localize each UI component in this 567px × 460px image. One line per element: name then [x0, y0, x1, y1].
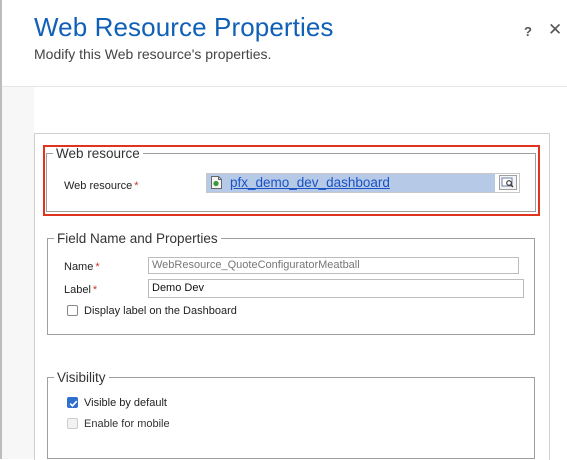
dialog-header: Web Resource Properties Modify this Web … — [0, 0, 567, 82]
close-button[interactable]: ✕ — [548, 21, 562, 39]
dialog-title: Web Resource Properties — [34, 12, 334, 42]
field-properties-legend: Field Name and Properties — [57, 231, 218, 246]
visible-by-default-checkbox[interactable] — [67, 397, 78, 408]
lookup-search-icon[interactable] — [499, 175, 517, 190]
enable-for-mobile-checkbox[interactable] — [67, 418, 78, 429]
display-label-checkbox[interactable] — [67, 305, 78, 316]
web-resource-link[interactable]: pfx_demo_dev_dashboard — [230, 175, 390, 190]
enable-for-mobile-label: Enable for mobile — [84, 418, 170, 430]
name-label-text: Name — [64, 261, 94, 273]
label-label-text: Label — [64, 284, 91, 296]
lookup-selected-value[interactable]: pfx_demo_dev_dashboard — [207, 174, 495, 192]
dialog-subtitle: Modify this Web resource's properties. — [34, 46, 272, 62]
label-field-label: Label * — [64, 284, 97, 296]
help-button[interactable]: ? — [524, 24, 532, 39]
name-field[interactable]: WebResource_QuoteConfiguratorMeatball — [148, 257, 519, 274]
required-indicator: * — [134, 180, 139, 192]
web-resource-label-text: Web resource — [64, 180, 133, 192]
required-indicator: * — [92, 284, 98, 296]
dialog-body-gutter — [2, 87, 34, 459]
visibility-fieldset: Visibility — [47, 370, 535, 459]
display-label-checkbox-label: Display label on the Dashboard — [84, 305, 237, 317]
label-field[interactable]: Demo Dev — [148, 279, 524, 298]
web-resource-lookup[interactable]: pfx_demo_dev_dashboard — [206, 173, 520, 193]
name-field-label: Name * — [64, 261, 100, 273]
visible-by-default-label: Visible by default — [84, 397, 167, 409]
web-resource-file-icon — [211, 176, 222, 189]
header-divider — [2, 86, 567, 87]
web-resource-field-label: Web resource * — [64, 180, 139, 192]
required-indicator: * — [95, 261, 100, 273]
checkmark-icon — [69, 400, 78, 407]
visibility-legend: Visibility — [57, 370, 106, 385]
